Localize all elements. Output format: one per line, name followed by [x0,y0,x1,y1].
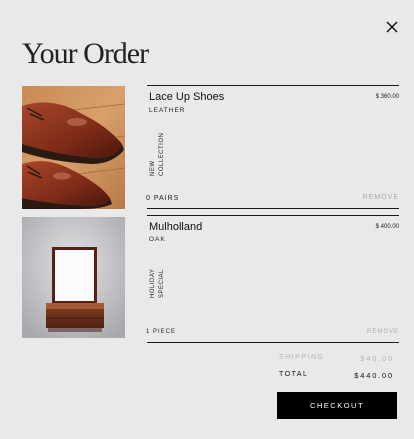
product-image-shoes[interactable] [22,86,125,209]
divider [147,85,399,86]
item-quantity[interactable]: 0 PAIRS [146,195,179,202]
remove-button[interactable]: REMOVE [367,329,399,335]
total-label: TOTAL [279,371,309,378]
divider [147,215,399,216]
close-button[interactable] [385,20,399,34]
checkout-button[interactable]: CHECKOUT [277,392,397,419]
divider [147,342,399,343]
item-material: OAK [149,236,166,243]
item-price: $ 360.00 [375,94,399,100]
product-image-mirror[interactable] [22,217,125,338]
item-name: Mulholland [149,221,203,233]
item-name: Lace Up Shoes [149,91,225,103]
close-icon [386,21,398,33]
shipping-label: SHIPPING [279,354,325,361]
item-price: $ 400.00 [375,224,399,230]
total-value: $440.00 [354,371,394,380]
item-material: LEATHER [149,107,186,114]
remove-button[interactable]: REMOVE [363,194,399,201]
shipping-value: $40.00 [360,354,394,363]
item-tag: HOLIDAY SPECIAL [150,268,165,298]
page-title: Your Order [22,37,149,70]
divider [147,208,399,209]
item-tag: NEW COLLECTION [150,132,165,176]
item-quantity[interactable]: 1 PIECE [146,329,176,335]
